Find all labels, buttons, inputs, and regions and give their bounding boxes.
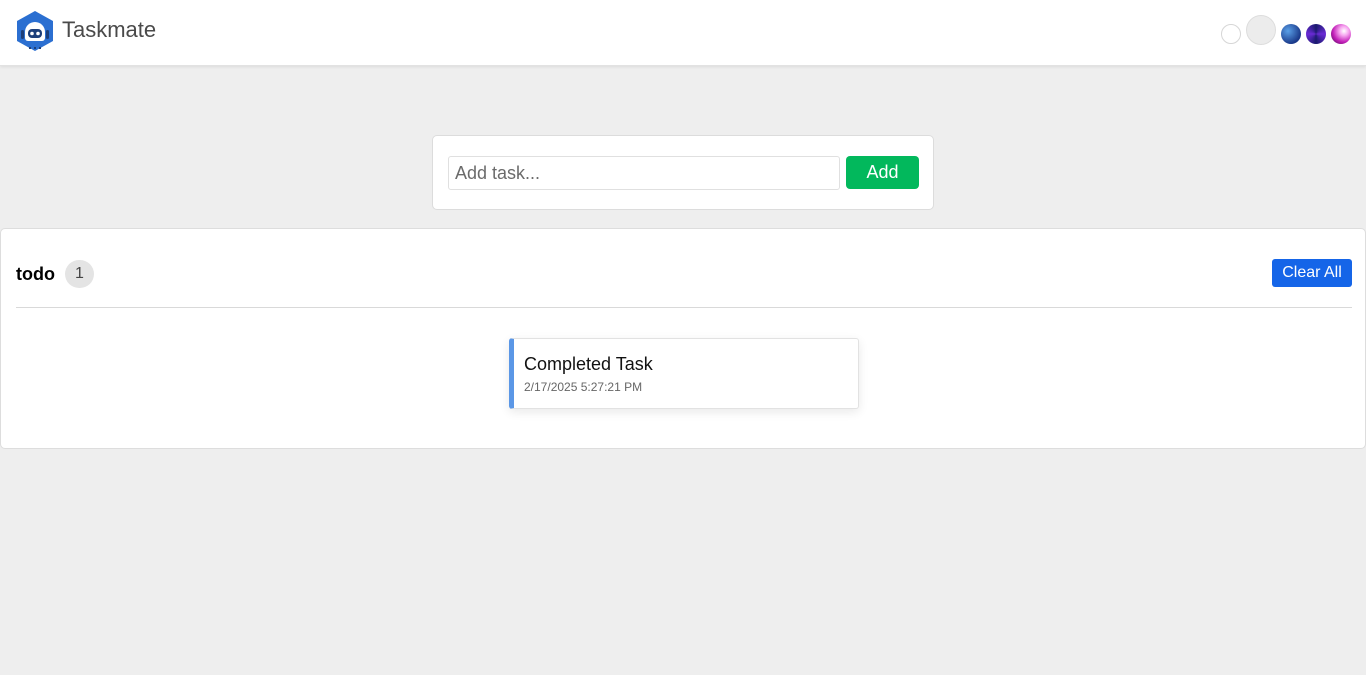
- clear-all-button[interactable]: Clear All: [1272, 259, 1352, 287]
- light-theme-button[interactable]: [1246, 15, 1276, 45]
- pink-theme-button[interactable]: [1331, 24, 1351, 44]
- app-title: Taskmate: [62, 17, 157, 42]
- white-theme-button[interactable]: [1221, 24, 1241, 44]
- task-card[interactable]: Completed Task 2/17/2025 5:27:21 PM: [509, 338, 859, 409]
- divider: [16, 307, 1352, 308]
- task-title: Completed Task: [524, 354, 653, 374]
- add-button[interactable]: Add: [846, 156, 919, 189]
- purple-theme-button[interactable]: [1306, 24, 1326, 44]
- top-header: Taskmate: [0, 0, 1366, 66]
- robot-logo-icon[interactable]: [14, 10, 56, 52]
- task-timestamp: 2/17/2025 5:27:21 PM: [524, 380, 643, 394]
- task-input[interactable]: [448, 156, 840, 190]
- add-task-form: Add: [432, 135, 934, 210]
- todo-list-panel: todo 1 Clear All Completed Task 2/17/202…: [0, 228, 1366, 449]
- task-count-badge: 1: [65, 260, 94, 288]
- blue-theme-button[interactable]: [1281, 24, 1301, 44]
- list-title: todo: [16, 264, 55, 284]
